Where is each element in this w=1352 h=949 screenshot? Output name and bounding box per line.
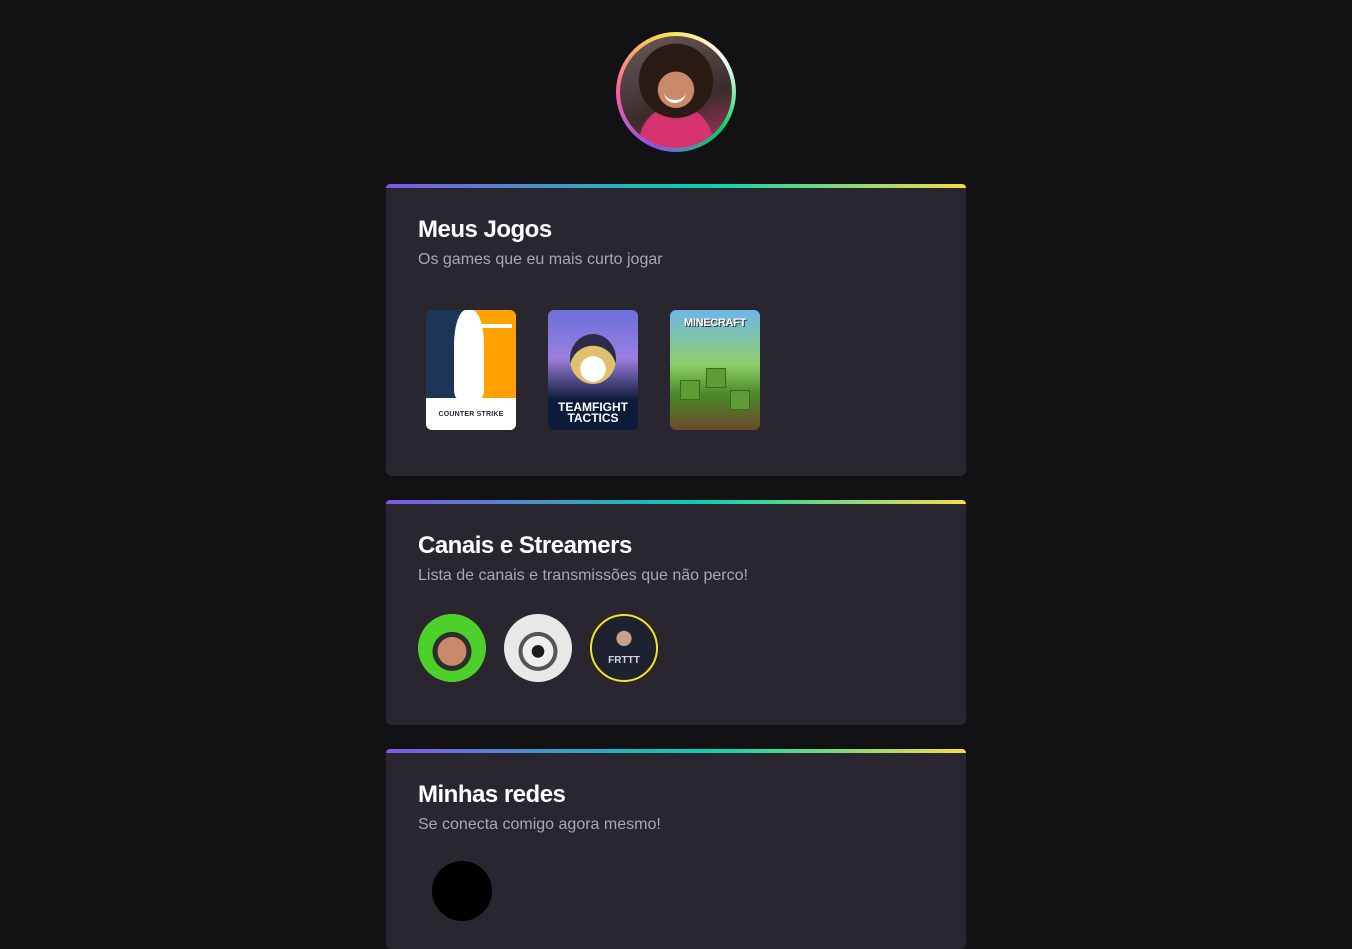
channels-card-title: Canais e Streamers	[418, 532, 632, 559]
social-card: Minhas redes Se conecta comigo agora mes…	[386, 749, 966, 949]
tft-pengu-icon	[570, 334, 616, 384]
games-card-title: Meus Jogos	[418, 216, 552, 243]
mc-block-icon	[680, 380, 700, 400]
social-card-subtitle: Se conecta comigo agora mesmo!	[418, 816, 661, 833]
game-label: TEAMFIGHT TACTICS	[558, 400, 628, 425]
games-card: Meus Jogos Os games que eu mais curto jo…	[386, 184, 966, 476]
mc-block-icon	[706, 368, 726, 388]
streamer-avatar[interactable]: FRTTT	[590, 614, 658, 682]
streamer-jersey-text: FRTTT	[608, 655, 640, 666]
avatar-smile	[664, 92, 686, 103]
channels-card: Canais e Streamers Lista de canais e tra…	[386, 500, 966, 725]
mc-block-icon	[730, 390, 750, 410]
games-list: COUNTER STRIKE TEAMFIGHT TACTICS MINECRA…	[418, 310, 934, 430]
game-minecraft[interactable]: MINECRAFT	[670, 310, 760, 430]
streamers-list: FRTTT	[418, 614, 934, 682]
games-card-subtitle: Os games que eu mais curto jogar	[418, 251, 663, 268]
game-label: MINECRAFT	[683, 317, 747, 329]
game-teamfight-tactics[interactable]: TEAMFIGHT TACTICS	[548, 310, 638, 430]
profile-avatar	[620, 36, 732, 148]
channels-card-subtitle: Lista de canais e transmissões que não p…	[418, 567, 748, 584]
profile-avatar-ring	[616, 32, 736, 152]
streamer-avatar[interactable]	[504, 614, 572, 682]
game-label: COUNTER STRIKE	[426, 398, 516, 430]
social-link-icon[interactable]	[432, 861, 492, 921]
streamer-avatar[interactable]	[418, 614, 486, 682]
game-counter-strike[interactable]: COUNTER STRIKE	[426, 310, 516, 430]
social-card-title: Minhas redes	[418, 781, 566, 808]
cs-rifle-icon	[466, 324, 512, 328]
